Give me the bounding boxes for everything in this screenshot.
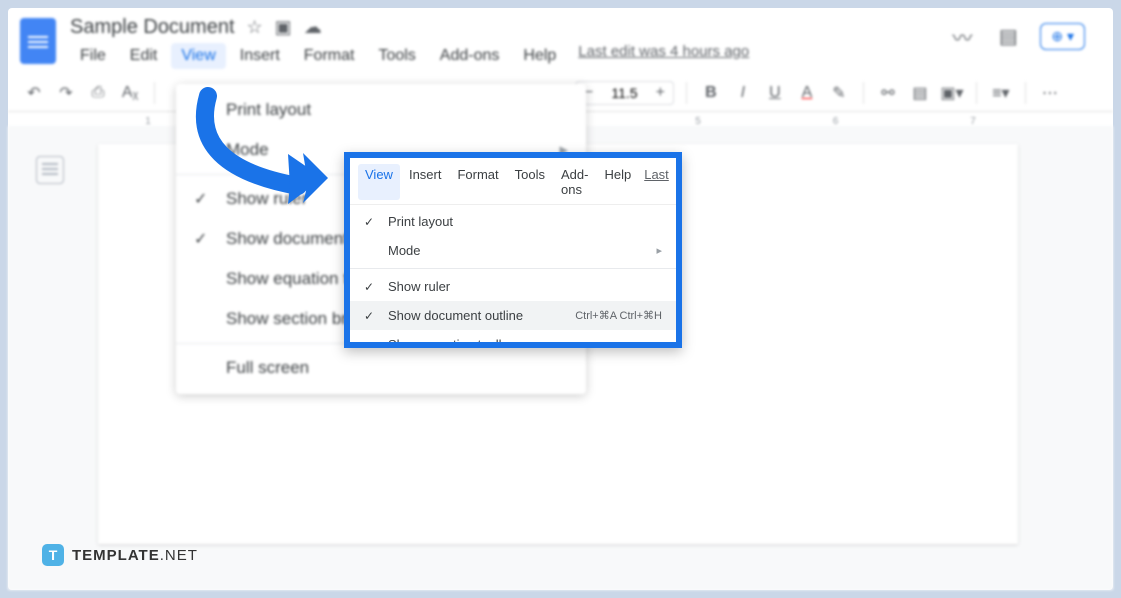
move-folder-icon[interactable]: ▣ xyxy=(275,17,292,38)
zoom-menu-help[interactable]: Help xyxy=(597,164,638,200)
zoom-show-equation[interactable]: Show equation toolbar xyxy=(350,330,676,348)
menu-edit[interactable]: Edit xyxy=(120,43,168,69)
menubar: File Edit View Insert Format Tools Add-o… xyxy=(70,43,934,69)
menu-format[interactable]: Format xyxy=(294,43,365,69)
submenu-arrow-icon: ▸ xyxy=(656,244,662,257)
check-icon: ✓ xyxy=(364,280,378,294)
zoom-menu-addons[interactable]: Add-ons xyxy=(554,164,595,200)
highlight-button[interactable]: ✎ xyxy=(827,81,851,105)
insert-link-button[interactable]: ⚯ xyxy=(876,81,900,105)
zoom-mode[interactable]: Mode ▸ xyxy=(350,236,676,265)
menu-full-screen[interactable]: Full screen xyxy=(176,348,586,388)
menu-view[interactable]: View xyxy=(171,43,225,69)
italic-button[interactable]: I xyxy=(731,81,755,105)
zoom-menu-view[interactable]: View xyxy=(358,164,400,200)
check-icon: ✓ xyxy=(194,189,212,209)
menu-help[interactable]: Help xyxy=(513,43,566,69)
docs-logo-icon[interactable] xyxy=(20,18,56,64)
menu-insert[interactable]: Insert xyxy=(230,43,290,69)
undo-button[interactable]: ↶ xyxy=(22,81,46,105)
zoom-show-outline[interactable]: ✓ Show document outline Ctrl+⌘A Ctrl+⌘H xyxy=(350,301,676,330)
insert-comment-button[interactable]: ▤ xyxy=(908,81,932,105)
insert-image-button[interactable]: ▣▾ xyxy=(940,81,964,105)
zoom-print-layout[interactable]: ✓ Print layout xyxy=(350,207,676,236)
menu-tools[interactable]: Tools xyxy=(368,43,425,69)
zoom-last-edit[interactable]: Last xyxy=(640,164,673,200)
align-button[interactable]: ≡▾ xyxy=(989,81,1013,105)
watermark-icon: T xyxy=(42,544,64,566)
bold-button[interactable]: B xyxy=(699,81,723,105)
check-icon: ✓ xyxy=(194,229,212,249)
print-button[interactable]: ⎙ xyxy=(86,81,110,105)
document-title[interactable]: Sample Document xyxy=(70,16,235,39)
titlebar: Sample Document ☆ ▣ ☁ File Edit View Ins… xyxy=(8,8,1113,69)
font-size-control[interactable]: − 11.5 + xyxy=(575,81,674,105)
watermark-text: TEMPLATE.NET xyxy=(72,547,198,564)
zoom-callout: View Insert Format Tools Add-ons Help La… xyxy=(344,152,682,348)
font-size-value[interactable]: 11.5 xyxy=(601,83,647,103)
underline-button[interactable]: U xyxy=(763,81,787,105)
cloud-status-icon[interactable]: ☁ xyxy=(304,17,322,38)
star-icon[interactable]: ☆ xyxy=(247,17,263,38)
last-edit-link[interactable]: Last edit was 4 hours ago xyxy=(578,43,749,69)
share-button[interactable]: ⊕ ▾ xyxy=(1040,23,1085,50)
menu-file[interactable]: File xyxy=(70,43,116,69)
menu-addons[interactable]: Add-ons xyxy=(430,43,510,69)
zoom-menu-format[interactable]: Format xyxy=(450,164,505,200)
spellcheck-button[interactable]: Aᵪ xyxy=(118,81,142,105)
text-color-button[interactable]: A xyxy=(795,81,819,105)
check-icon: ✓ xyxy=(364,215,378,229)
menu-print-layout[interactable]: Print layout xyxy=(176,90,586,130)
more-button[interactable]: ⋯ xyxy=(1038,81,1062,105)
zoom-menu-tools[interactable]: Tools xyxy=(508,164,552,200)
zoom-show-ruler[interactable]: ✓ Show ruler xyxy=(350,272,676,301)
font-size-increase[interactable]: + xyxy=(648,82,673,104)
watermark: T TEMPLATE.NET xyxy=(42,544,198,566)
check-icon: ✓ xyxy=(364,309,378,323)
zoom-menu-insert[interactable]: Insert xyxy=(402,164,449,200)
outline-toggle-icon[interactable] xyxy=(36,156,64,184)
activity-icon[interactable]: 〰 xyxy=(948,22,976,50)
redo-button[interactable]: ↷ xyxy=(54,81,78,105)
keyboard-shortcut: Ctrl+⌘A Ctrl+⌘H xyxy=(575,309,662,322)
zoom-menubar: View Insert Format Tools Add-ons Help La… xyxy=(350,158,676,205)
comments-icon[interactable]: ▤ xyxy=(994,22,1022,50)
